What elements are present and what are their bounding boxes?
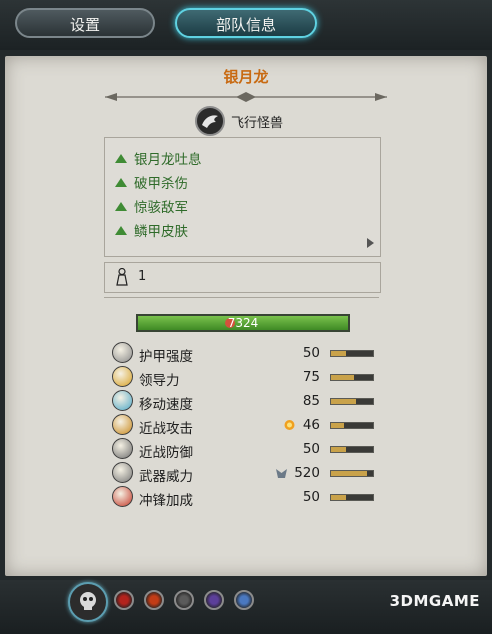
triangle-icon <box>115 201 127 211</box>
stat-value: 50 <box>302 489 320 505</box>
stat-value: 50 <box>302 441 320 457</box>
stat-row[interactable]: 冲锋加成 50 <box>112 486 374 509</box>
stat-value: 75 <box>302 369 320 385</box>
tab-settings[interactable]: 设置 <box>15 8 155 38</box>
armor-icon <box>112 342 133 363</box>
stat-name: 移动速度 <box>139 397 193 413</box>
tab-unit-info[interactable]: 部队信息 <box>175 8 317 38</box>
stat-fill <box>331 375 355 380</box>
armor-piercing-icon <box>276 469 287 478</box>
stat-row[interactable]: 领导力 75 <box>112 366 374 389</box>
stat-bar <box>330 374 374 381</box>
stat-fill <box>331 471 367 476</box>
leadership-icon <box>112 366 133 387</box>
stat-value: 46 <box>302 417 320 433</box>
entity-count: 1 <box>138 269 147 284</box>
weapon-strength-icon <box>112 462 133 483</box>
ability-label: 银月龙吐息 <box>134 152 202 168</box>
melee-attack-icon <box>112 414 133 435</box>
stat-fill <box>331 447 346 452</box>
stat-name: 武器威力 <box>139 469 193 485</box>
stat-bar <box>330 494 374 501</box>
stat-bar <box>330 446 374 453</box>
triangle-icon <box>115 153 127 163</box>
stat-fill <box>331 399 357 404</box>
ability-label: 破甲杀伤 <box>134 176 188 192</box>
stat-name: 冲锋加成 <box>139 493 193 509</box>
bottom-bar: 3DMGAME <box>0 580 492 634</box>
stat-row[interactable]: 近战攻击 46 <box>112 414 374 437</box>
stat-fill <box>331 423 344 428</box>
ability-item[interactable]: 破甲杀伤 <box>115 171 188 193</box>
tab-bar: 设置 部队信息 <box>0 0 492 50</box>
stat-row[interactable]: 移动速度 85 <box>112 390 374 413</box>
ability-item[interactable]: 鳞甲皮肤 <box>115 219 188 241</box>
unit-class-label: 飞行怪兽 <box>231 116 284 131</box>
faction-skull-icon[interactable] <box>68 582 108 622</box>
stats-section: 7324 护甲强度 50 领导力 75 移动速度 85 近战攻击 46 近战防御… <box>104 297 379 512</box>
stat-name: 护甲强度 <box>139 349 193 365</box>
health-value: 7324 <box>227 316 259 330</box>
stat-row[interactable]: 武器威力 520 <box>112 462 374 485</box>
stat-row[interactable]: 护甲强度 50 <box>112 342 374 365</box>
melee-defense-icon <box>112 438 133 459</box>
entity-count-row: 1 <box>104 262 381 293</box>
attr-skull-icon[interactable] <box>174 590 194 610</box>
attr-fire-icon[interactable] <box>144 590 164 610</box>
stat-name: 近战防御 <box>139 445 193 461</box>
stat-bar <box>330 422 374 429</box>
next-arrow-icon[interactable] <box>367 238 374 248</box>
title-ornament <box>105 92 387 102</box>
stat-bar <box>330 470 374 477</box>
stat-name: 领导力 <box>139 373 180 389</box>
ability-item[interactable]: 银月龙吐息 <box>115 147 202 169</box>
stat-fill <box>331 495 346 500</box>
stat-fill <box>331 351 346 356</box>
triangle-icon <box>115 225 127 235</box>
attr-blue-icon[interactable] <box>234 590 254 610</box>
abilities-list: 银月龙吐息 破甲杀伤 惊骇敌军 鳞甲皮肤 <box>104 137 381 257</box>
ability-item[interactable]: 惊骇敌军 <box>115 195 188 217</box>
stat-bar <box>330 398 374 405</box>
charge-bonus-icon <box>112 486 133 507</box>
stat-name: 近战攻击 <box>139 421 193 437</box>
speed-icon <box>112 390 133 411</box>
stat-bar <box>330 350 374 357</box>
ability-label: 鳞甲皮肤 <box>134 224 188 240</box>
fire-icon <box>284 420 295 430</box>
unit-info-panel: 银月龙 飞行怪兽 银月龙吐息 破甲杀伤 惊骇敌军 鳞甲皮肤 1 7324 护甲强… <box>5 56 487 576</box>
attr-purple-icon[interactable] <box>204 590 224 610</box>
attr-red-icon[interactable] <box>114 590 134 610</box>
dragon-head-icon <box>195 106 225 136</box>
watermark: 3DMGAME <box>389 592 480 610</box>
stat-row[interactable]: 近战防御 50 <box>112 438 374 461</box>
soldier-icon <box>116 268 128 286</box>
health-bar: 7324 <box>136 314 350 332</box>
stat-value: 85 <box>302 393 320 409</box>
triangle-icon <box>115 177 127 187</box>
ability-label: 惊骇敌军 <box>134 200 188 216</box>
stat-value: 520 <box>294 465 320 481</box>
unit-name: 银月龙 <box>223 68 269 86</box>
stat-value: 50 <box>302 345 320 361</box>
